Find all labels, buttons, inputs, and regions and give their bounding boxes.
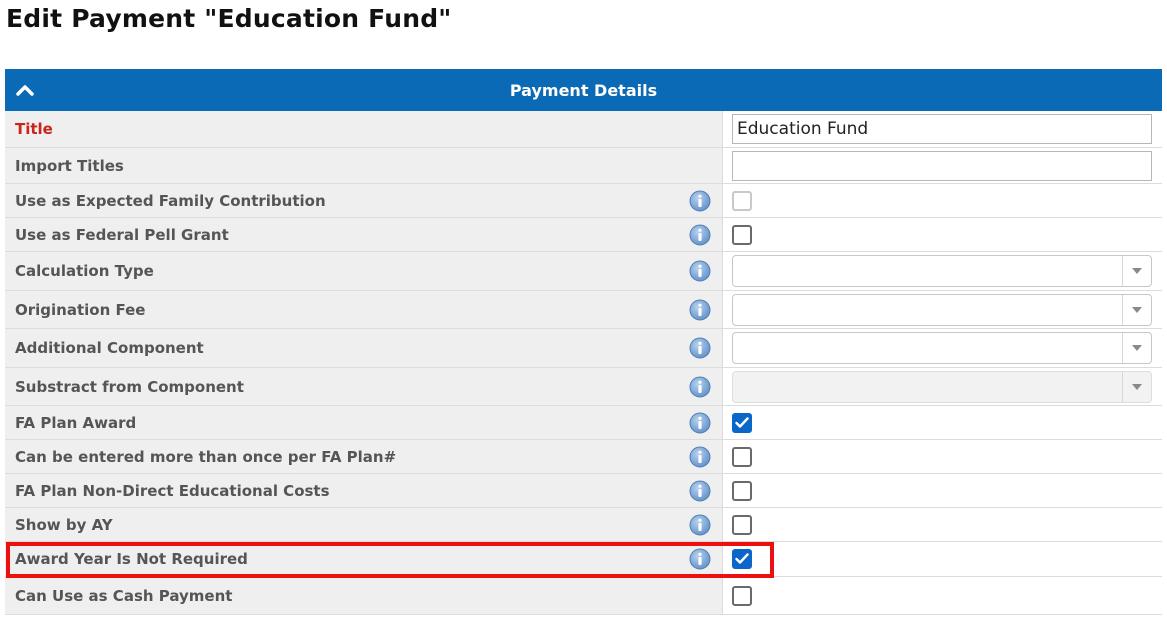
- chevron-down-icon[interactable]: [1122, 294, 1151, 325]
- info-icon[interactable]: [689, 190, 711, 212]
- panel-title: Payment Details: [509, 80, 658, 100]
- field-label-cell: Award Year Is Not Required: [5, 542, 723, 576]
- field-label-cell: Can Use as Cash Payment: [5, 577, 723, 614]
- form-row: Award Year Is Not Required: [5, 542, 1162, 577]
- field-label: Additional Component: [15, 339, 204, 357]
- field-value-cell: [723, 406, 1162, 439]
- chevron-down-icon[interactable]: [1122, 256, 1151, 286]
- panel-header[interactable]: Payment Details: [5, 69, 1162, 111]
- field-value-cell: [723, 368, 1162, 405]
- form-row: FA Plan Non-Direct Educational Costs: [5, 474, 1162, 508]
- field-value-cell: [723, 148, 1162, 183]
- form-row: Show by AY: [5, 508, 1162, 542]
- field-value-cell: [723, 184, 1162, 217]
- checkbox[interactable]: [732, 446, 752, 467]
- field-value-cell: [723, 252, 1162, 290]
- field-label-cell: Title: [5, 111, 723, 147]
- field-label: Use as Federal Pell Grant: [15, 225, 229, 244]
- form-row: Can be entered more than once per FA Pla…: [5, 440, 1162, 474]
- field-label-cell: Use as Expected Family Contribution: [5, 184, 723, 217]
- checkbox[interactable]: [732, 224, 752, 245]
- field-value-cell: [723, 111, 1162, 147]
- field-label: Use as Expected Family Contribution: [15, 191, 326, 210]
- info-icon[interactable]: [689, 548, 711, 570]
- field-value-cell: [723, 329, 1162, 367]
- field-label: Award Year Is Not Required: [15, 550, 248, 568]
- dropdown-select[interactable]: [732, 332, 1152, 364]
- form-row: Can Use as Cash Payment: [5, 577, 1162, 615]
- form-row: Origination Fee: [5, 291, 1162, 329]
- payment-details-panel: Payment Details Title Import Titles Use as…: [5, 69, 1162, 615]
- chevron-up-icon[interactable]: [15, 81, 35, 99]
- checkbox[interactable]: [732, 514, 752, 535]
- dropdown-select[interactable]: [732, 293, 1152, 326]
- field-value-cell: [723, 218, 1162, 251]
- form-row: FA Plan Award: [5, 406, 1162, 440]
- info-icon[interactable]: [689, 224, 711, 246]
- form-row: Calculation Type: [5, 252, 1162, 291]
- form-row: Import Titles: [5, 148, 1162, 184]
- info-icon[interactable]: [689, 376, 711, 398]
- field-label-cell: Show by AY: [5, 508, 723, 541]
- field-label-cell: FA Plan Award: [5, 406, 723, 439]
- field-label: FA Plan Non-Direct Educational Costs: [15, 481, 330, 500]
- field-label-cell: Substract from Component: [5, 368, 723, 405]
- dropdown-select[interactable]: [732, 255, 1152, 287]
- info-icon[interactable]: [689, 514, 711, 536]
- chevron-down-icon: [1122, 371, 1151, 402]
- checkbox: [732, 190, 752, 211]
- field-label: Substract from Component: [15, 377, 244, 396]
- field-label: Calculation Type: [15, 262, 154, 280]
- field-label: Can be entered more than once per FA Pla…: [15, 447, 397, 466]
- checkmark-icon: [735, 553, 749, 565]
- field-label-cell: Can be entered more than once per FA Pla…: [5, 440, 723, 473]
- dropdown-select: [732, 370, 1152, 403]
- form-row: Title: [5, 111, 1162, 148]
- import-titles-input[interactable]: [732, 150, 1152, 181]
- field-label-cell: FA Plan Non-Direct Educational Costs: [5, 474, 723, 507]
- chevron-down-icon[interactable]: [1122, 333, 1151, 363]
- info-icon[interactable]: [689, 299, 711, 321]
- form-row: Substract from Component: [5, 368, 1162, 406]
- checkbox[interactable]: [732, 549, 752, 569]
- field-value-cell: [723, 291, 1162, 328]
- form-rows: Title Import Titles Use as Expected Family…: [5, 111, 1162, 615]
- info-icon[interactable]: [689, 260, 711, 282]
- form-row: Additional Component: [5, 329, 1162, 368]
- field-label: Origination Fee: [15, 300, 146, 319]
- field-label: Title: [15, 120, 53, 138]
- field-value-cell: [723, 440, 1162, 473]
- field-value-cell: [723, 508, 1162, 541]
- field-label-cell: Import Titles: [5, 148, 723, 183]
- field-label: Can Use as Cash Payment: [15, 586, 233, 605]
- checkmark-icon: [735, 416, 749, 429]
- field-label: Import Titles: [15, 156, 124, 175]
- info-icon[interactable]: [689, 337, 711, 359]
- form-row: Use as Federal Pell Grant: [5, 218, 1162, 252]
- checkbox[interactable]: [732, 480, 752, 501]
- field-label-cell: Calculation Type: [5, 252, 723, 290]
- info-icon[interactable]: [689, 446, 711, 468]
- checkbox[interactable]: [732, 585, 752, 606]
- field-label-cell: Additional Component: [5, 329, 723, 367]
- page-title: Edit Payment "Education Fund": [6, 4, 452, 33]
- field-label: FA Plan Award: [15, 413, 137, 432]
- field-value-cell: [723, 577, 1162, 614]
- checkbox[interactable]: [732, 412, 752, 433]
- info-icon[interactable]: [689, 412, 711, 434]
- field-label-cell: Origination Fee: [5, 291, 723, 328]
- field-value-cell: [723, 474, 1162, 507]
- form-row: Use as Expected Family Contribution: [5, 184, 1162, 218]
- info-icon[interactable]: [689, 480, 711, 502]
- field-label-cell: Use as Federal Pell Grant: [5, 218, 723, 251]
- field-value-cell: [723, 542, 1162, 576]
- title-input[interactable]: [732, 114, 1152, 144]
- field-label: Show by AY: [15, 515, 113, 534]
